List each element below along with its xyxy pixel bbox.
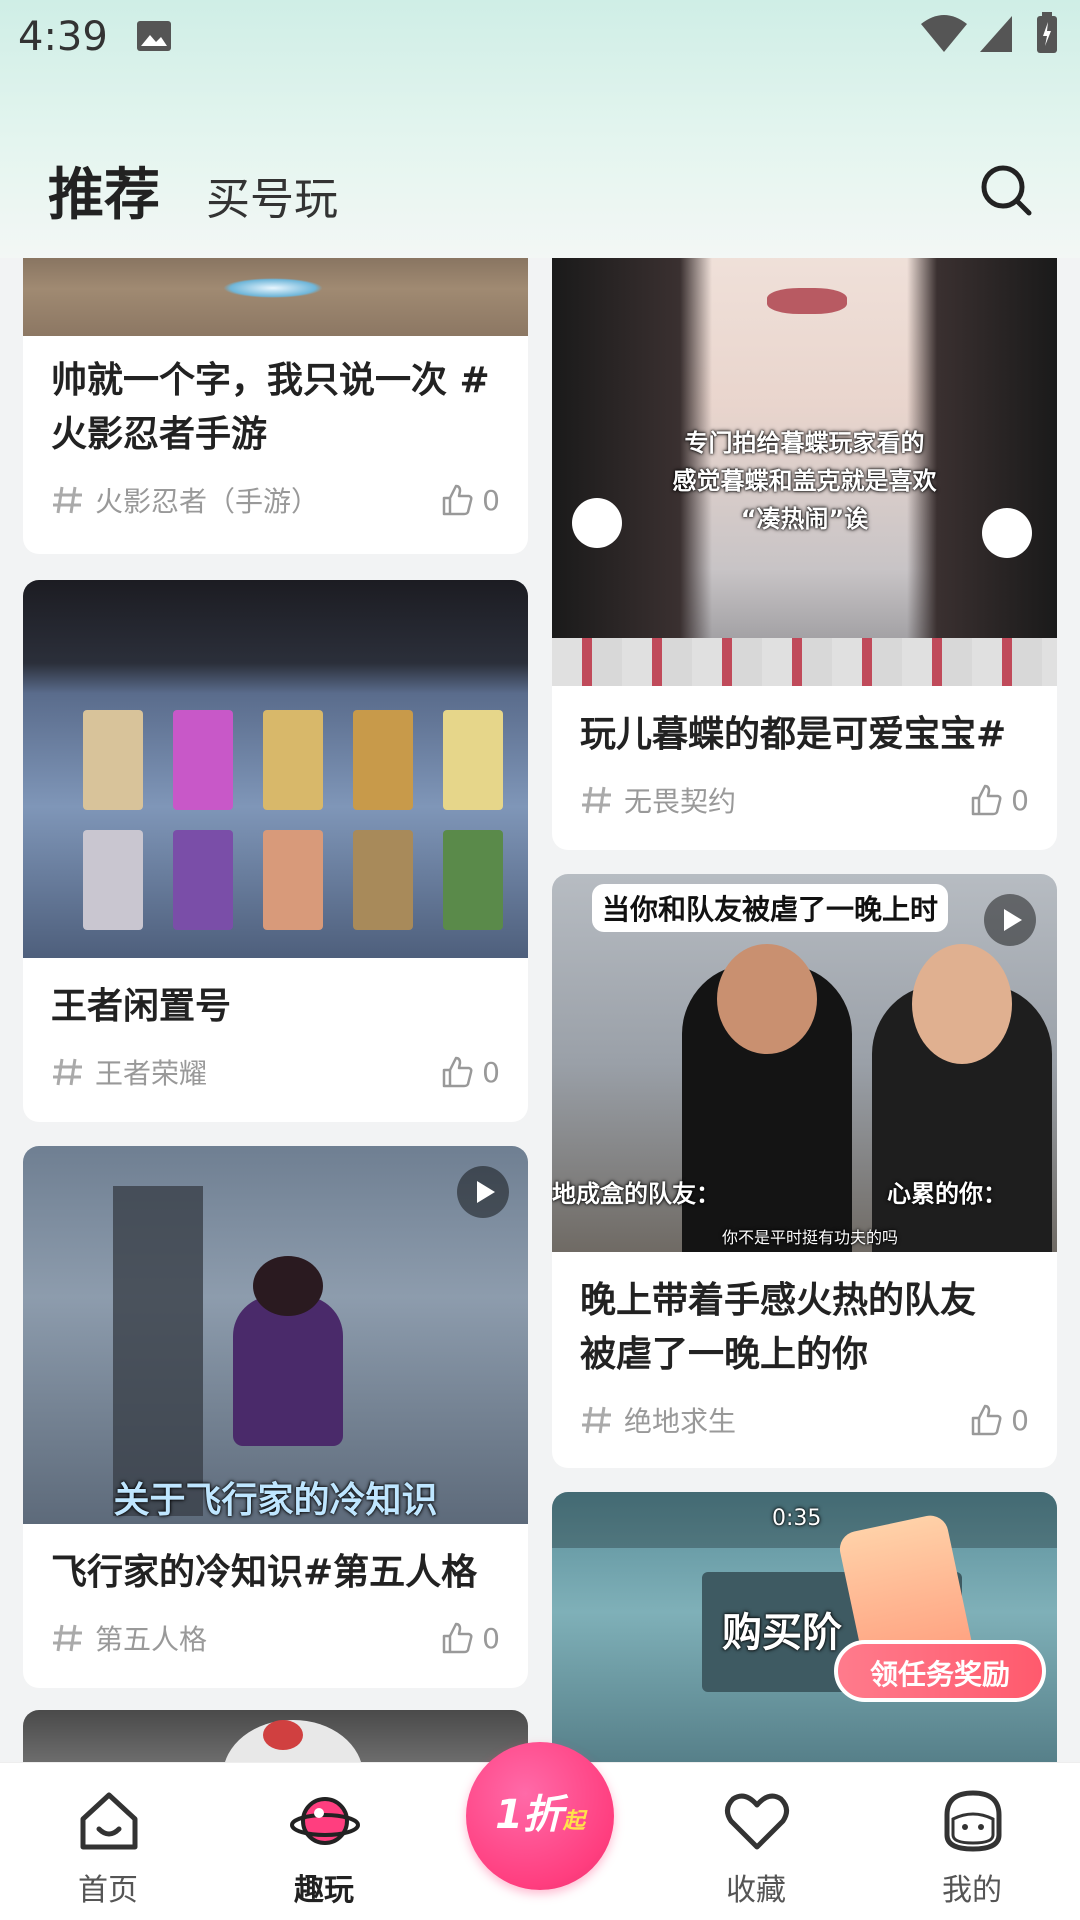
hashtag-icon [53, 486, 82, 514]
match-timer: 0:35 [772, 1506, 822, 1531]
card-title-line: 晚上带着手感火热的队友 [580, 1280, 977, 1321]
nav-profile[interactable]: 我的 [892, 1763, 1052, 1920]
task-reward-button[interactable]: 领任务奖励 [834, 1640, 1046, 1702]
hashtag-icon [53, 1624, 82, 1652]
like-count: 0 [1011, 1403, 1029, 1437]
nav-favorites-label: 收藏 [726, 1873, 786, 1908]
discount-center-button[interactable]: 1折起 [466, 1742, 614, 1890]
hashtag-icon [582, 786, 611, 814]
sticker-icon [572, 498, 622, 548]
video-caption: 地成盒的队友： [552, 1180, 720, 1208]
video-caption: 专门拍给暮蝶玩家看的 [684, 429, 925, 457]
card-title: 王者闲置号 [51, 986, 232, 1027]
play-icon [457, 1166, 509, 1218]
sticker-icon [982, 508, 1032, 558]
card-tag-label: 王者荣耀 [95, 1057, 208, 1090]
feed-card[interactable]: 专门拍给暮蝶玩家看的 感觉暮蝶和盖克就是喜欢 “凑热闹”诶 玩儿暮蝶的都是可爱宝… [552, 258, 1057, 850]
card-thumbnail: 当你和队友被虐了一晚上时 地成盒的队友： 心累的你： 你不是平时挺有功夫的吗 [552, 874, 1057, 1252]
image-notification-icon [137, 21, 171, 51]
nav-home[interactable]: 首页 [28, 1763, 188, 1920]
like-button[interactable]: 0 [969, 1403, 1029, 1437]
card-title: 飞行家的冷知识#第五人格 [51, 1552, 478, 1593]
like-button[interactable]: 0 [969, 783, 1029, 817]
card-thumbnail: 关于飞行家的冷知识 [23, 1146, 528, 1524]
like-button[interactable]: 0 [440, 1055, 500, 1089]
play-icon [984, 894, 1036, 946]
status-bar: 4:39 [0, 0, 1080, 72]
card-thumbnail: 0:35 购买阶 [552, 1492, 1057, 1762]
nav-favorites[interactable]: 收藏 [676, 1763, 836, 1920]
like-button[interactable]: 0 [440, 483, 500, 517]
card-title: 晚上带着手感火热的队友 被虐了一晚上的你 [552, 1252, 1057, 1382]
video-caption: 感觉暮蝶和盖克就是喜欢 [672, 467, 937, 495]
video-caption: 关于飞行家的冷知识 [113, 1480, 438, 1521]
feed-card[interactable] [23, 1710, 528, 1762]
card-tag[interactable]: 第五人格 [51, 1618, 207, 1658]
feed-card[interactable]: 帅就一个字，我只说一次 # 火影忍者手游 火影忍者（手游） 0 [23, 258, 528, 554]
feed-card[interactable]: 关于飞行家的冷知识 飞行家的冷知识#第五人格 第五人格 0 [23, 1146, 528, 1688]
header-tabs: 推荐 买号玩 [48, 150, 338, 231]
signal-icon [980, 16, 1012, 52]
hashtag-icon [53, 1058, 82, 1086]
battery-icon [1037, 12, 1057, 53]
nav-play[interactable]: 趣玩 [244, 1763, 404, 1920]
like-count: 0 [482, 483, 500, 517]
thumb-up-icon [971, 1404, 1002, 1436]
avatar-icon [944, 1790, 1002, 1852]
video-caption: 当你和队友被虐了一晚上时 [592, 884, 949, 932]
card-tag-label: 第五人格 [95, 1623, 208, 1656]
thumb-up-icon [442, 1056, 473, 1088]
card-meta: 王者荣耀 0 [23, 1034, 528, 1098]
search-icon[interactable] [978, 162, 1034, 218]
thumb-up-icon [442, 1622, 473, 1654]
card-title-line: 火影忍者手游 [51, 414, 268, 455]
status-time: 4:39 [18, 14, 108, 60]
tab-buy-account[interactable]: 买号玩 [206, 163, 338, 227]
card-tag-label: 火影忍者（手游） [95, 485, 320, 518]
like-button[interactable]: 0 [440, 1621, 500, 1655]
nav-profile-label: 我的 [942, 1873, 1002, 1908]
card-title-line: 帅就一个字，我只说一次 # [51, 360, 490, 401]
feed-card[interactable]: 0:35 购买阶 [552, 1492, 1057, 1762]
card-tag[interactable]: 绝地求生 [580, 1400, 736, 1440]
card-tag[interactable]: 王者荣耀 [51, 1052, 207, 1092]
discount-badge-label: 1折 [495, 1792, 563, 1838]
video-caption: 购买阶 [722, 1610, 842, 1656]
video-caption: 心累的你： [887, 1180, 1007, 1208]
thumb-up-icon [971, 784, 1002, 816]
like-count: 0 [482, 1055, 500, 1089]
card-thumbnail: 专门拍给暮蝶玩家看的 感觉暮蝶和盖克就是喜欢 “凑热闹”诶 [552, 258, 1057, 686]
thumb-up-icon [442, 484, 473, 516]
wifi-icon [921, 15, 967, 52]
home-icon [80, 1792, 138, 1850]
feed-card[interactable]: 当你和队友被虐了一晚上时 地成盒的队友： 心累的你： 你不是平时挺有功夫的吗 晚… [552, 874, 1057, 1468]
card-meta: 火影忍者（手游） 0 [23, 462, 528, 526]
like-count: 0 [1011, 783, 1029, 817]
card-thumbnail [23, 258, 528, 336]
card-thumbnail [23, 580, 528, 958]
nav-home-label: 首页 [78, 1873, 138, 1908]
planet-icon [290, 1797, 360, 1845]
card-title: 帅就一个字，我只说一次 # 火影忍者手游 [23, 336, 528, 462]
card-tag[interactable]: 无畏契约 [580, 780, 736, 820]
hashtag-icon [582, 1406, 611, 1434]
heart-icon [725, 1793, 789, 1850]
card-thumbnail [23, 1710, 528, 1762]
tab-recommend[interactable]: 推荐 [48, 150, 160, 231]
card-meta: 绝地求生 0 [552, 1382, 1057, 1446]
card-tag-label: 绝地求生 [624, 1405, 737, 1438]
nav-play-label: 趣玩 [294, 1873, 354, 1908]
card-tag[interactable]: 火影忍者（手游） [51, 480, 319, 520]
card-tag-label: 无畏契约 [624, 785, 737, 818]
card-title: 玩儿暮蝶的都是可爱宝宝# [580, 714, 1007, 755]
card-title-line: 被虐了一晚上的你 [580, 1334, 869, 1375]
card-meta: 无畏契约 0 [552, 762, 1057, 826]
discount-badge-sup: 起 [562, 1809, 585, 1834]
like-count: 0 [482, 1621, 500, 1655]
discount-badge: 1折起 [466, 1782, 614, 1840]
card-meta: 第五人格 0 [23, 1600, 528, 1664]
feed-card[interactable]: 王者闲置号 王者荣耀 0 [23, 580, 528, 1122]
content-feed[interactable]: 帅就一个字，我只说一次 # 火影忍者手游 火影忍者（手游） 0 王者闲置号 王者… [0, 258, 1080, 1762]
video-subtitle: 你不是平时挺有功夫的吗 [722, 1228, 899, 1247]
